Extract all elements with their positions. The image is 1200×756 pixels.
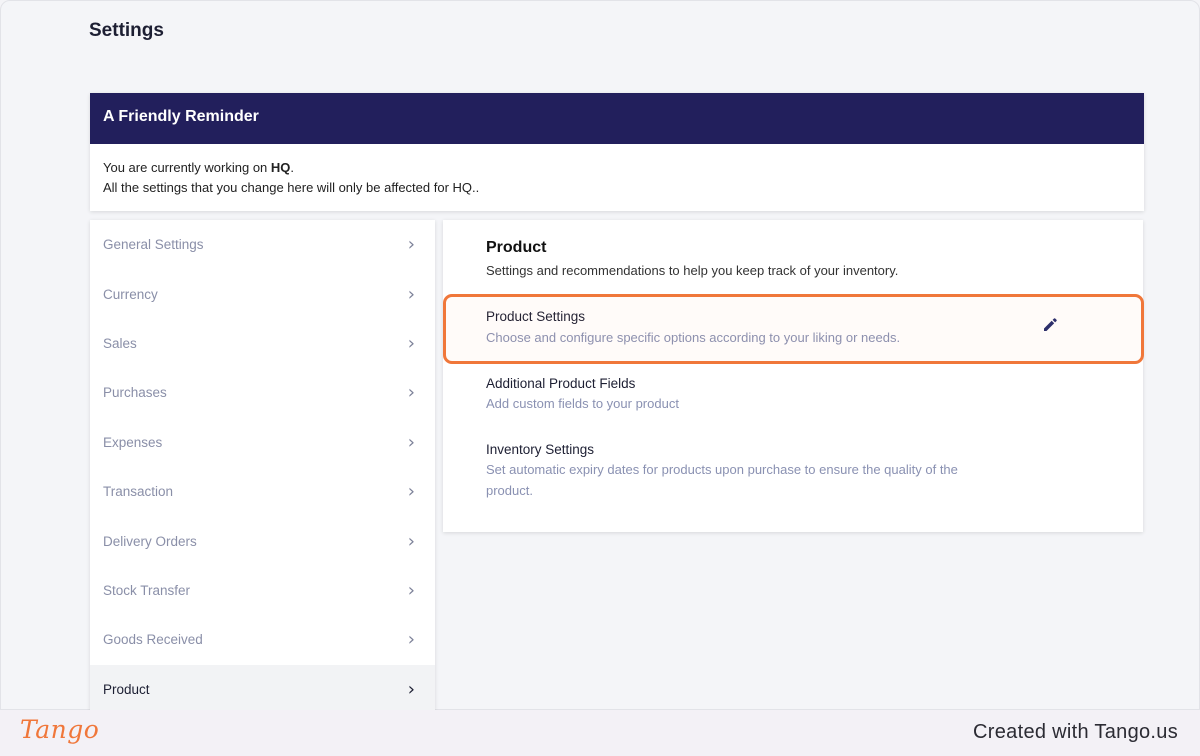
reminder-line-1-suffix: .	[290, 160, 295, 175]
setting-row-description: Add custom fields to your product	[486, 396, 679, 411]
sidebar-item-label: Currency	[103, 286, 158, 302]
setting-row-description: Set automatic expiry dates for products …	[486, 462, 958, 498]
chevron-right-icon: ›	[407, 431, 415, 453]
sidebar-item-label: Expenses	[103, 434, 163, 450]
sidebar-item-label: Sales	[103, 335, 137, 351]
chevron-right-icon: ›	[407, 283, 415, 305]
chevron-right-icon: ›	[407, 481, 415, 503]
reminder-line-2: All the settings that you change here wi…	[103, 180, 480, 195]
setting-row-inventory-settings[interactable]: Inventory Settings Set automatic expiry …	[443, 435, 1143, 505]
footer-bar: Tango Created with Tango.us	[0, 710, 1200, 756]
setting-row-title: Additional Product Fields	[486, 376, 636, 391]
sidebar-item-product[interactable]: Product ›	[90, 664, 435, 710]
pencil-icon[interactable]	[1041, 315, 1059, 333]
sidebar-item-general-settings[interactable]: General Settings ›	[90, 220, 435, 269]
page-title: Settings	[89, 20, 164, 41]
sidebar-item-sales[interactable]: Sales ›	[90, 319, 435, 368]
panel-title: Product	[486, 239, 547, 256]
reminder-body: You are currently working on HQ. All the…	[90, 144, 1144, 198]
sidebar-item-delivery-orders[interactable]: Delivery Orders ›	[90, 516, 435, 565]
product-settings-panel: Product Settings and recommendations to …	[443, 220, 1143, 532]
sidebar-item-label: Stock Transfer	[103, 582, 191, 598]
highlight-box	[443, 294, 1144, 364]
sidebar-item-label: General Settings	[103, 237, 204, 253]
branch-name: HQ	[270, 160, 291, 175]
chevron-right-icon: ›	[407, 530, 415, 552]
sidebar-item-label: Purchases	[103, 385, 167, 401]
panel-subtitle: Settings and recommendations to help you…	[486, 263, 899, 278]
sidebar-item-label: Goods Received	[103, 632, 203, 648]
sidebar-item-stock-transfer[interactable]: Stock Transfer ›	[90, 566, 435, 615]
setting-row-title: Inventory Settings	[486, 442, 595, 457]
sidebar-item-expenses[interactable]: Expenses ›	[90, 418, 435, 467]
tango-credit: Created with Tango.us	[973, 721, 1178, 743]
reminder-line-1: You are currently working on HQ.	[103, 158, 1131, 178]
sidebar-item-label: Product	[103, 681, 150, 697]
sidebar-item-transaction[interactable]: Transaction ›	[90, 467, 435, 516]
reminder-line-1-prefix: You are currently working on	[103, 160, 271, 175]
chevron-right-icon: ›	[407, 629, 415, 651]
chevron-right-icon: ›	[407, 332, 415, 354]
sidebar-item-goods-received[interactable]: Goods Received ›	[90, 615, 435, 664]
chevron-right-icon: ›	[407, 579, 415, 601]
chevron-right-icon: ›	[407, 678, 415, 700]
setting-row-additional-product-fields[interactable]: Additional Product Fields Add custom fie…	[443, 370, 1143, 420]
sidebar-item-label: Transaction	[103, 484, 174, 500]
reminder-card: A Friendly Reminder You are currently wo…	[90, 93, 1144, 211]
chevron-right-icon: ›	[407, 234, 415, 256]
settings-sidebar: General Settings › Currency › Sales › Pu…	[90, 220, 435, 710]
sidebar-item-purchases[interactable]: Purchases ›	[90, 368, 435, 417]
reminder-title: A Friendly Reminder	[90, 93, 1144, 144]
tango-logo: Tango	[20, 715, 100, 744]
sidebar-item-label: Delivery Orders	[103, 533, 197, 549]
sidebar-item-currency[interactable]: Currency ›	[90, 269, 435, 318]
chevron-right-icon: ›	[407, 382, 415, 404]
